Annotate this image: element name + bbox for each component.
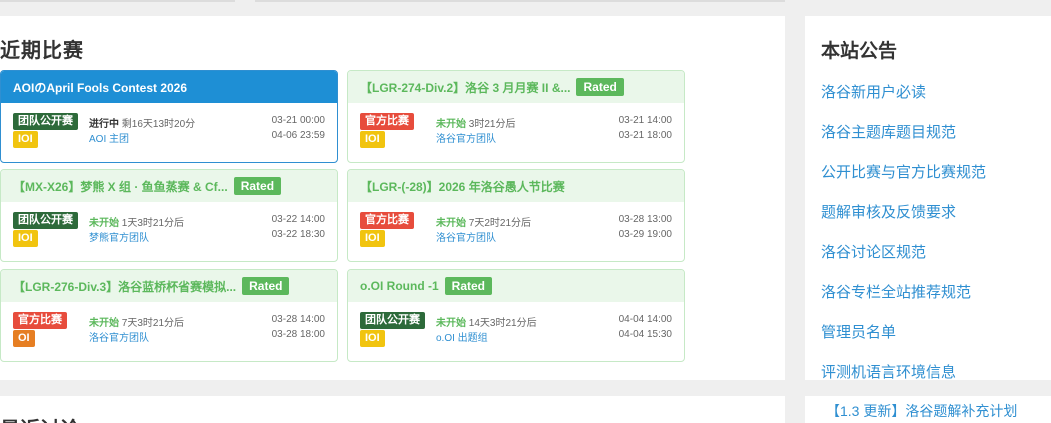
contest-host-link[interactable]: 洛谷官方团队 — [89, 329, 149, 344]
announcement-link[interactable]: 洛谷专栏全站推荐规范 — [821, 281, 971, 302]
contest-type-badge: 团队公开赛 — [360, 312, 425, 329]
contest-status: 未开始 7天3时21分后 — [89, 314, 184, 329]
status-remaining: 14天3时21分后 — [468, 318, 537, 329]
contest-rule-badge: IOI — [360, 330, 385, 347]
contest-host-link[interactable]: 洛谷官方团队 — [436, 229, 496, 244]
announcement-link[interactable]: 公开比赛与官方比赛规范 — [821, 161, 986, 182]
status-label: 未开始 — [436, 218, 466, 229]
contest-host-link[interactable]: 洛谷官方团队 — [436, 130, 496, 145]
contest-start-time: 04-04 14:00 — [618, 314, 672, 325]
contest-title[interactable]: 【LGR-274-Div.2】洛谷 3 月月赛 II &... — [360, 79, 570, 96]
section-title-contests: 近期比赛 — [0, 40, 84, 62]
rated-badge: Rated — [242, 277, 290, 295]
rated-badge: Rated — [233, 177, 282, 195]
contest-title[interactable]: o.OI Round -1 — [360, 279, 439, 293]
contest-start-time: 03-21 14:00 — [618, 115, 672, 126]
announcement-link[interactable]: 评测机语言环境信息 — [821, 361, 956, 382]
contest-rule-badge: OI — [13, 330, 35, 347]
contest-type-badge: 官方比赛 — [13, 312, 67, 329]
discussion-panel — [0, 396, 785, 423]
contest-status: 未开始 1天3时21分后 — [89, 214, 184, 229]
contest-host-link[interactable]: o.OI 出题组 — [436, 329, 488, 344]
announcement-title: 本站公告 — [821, 41, 898, 62]
top-edge-right — [255, 0, 785, 2]
contest-end-time: 04-04 15:30 — [618, 329, 672, 340]
contest-title[interactable]: 【MX-X26】梦熊 X 组 · 鱼鱼蒸赛 & Cf... — [13, 178, 228, 195]
announcement-link[interactable]: 洛谷新用户必读 — [821, 81, 926, 102]
status-label: 未开始 — [436, 318, 466, 329]
status-remaining: 1天3时21分后 — [121, 218, 185, 229]
contest-header[interactable]: o.OI Round -1 Rated — [348, 270, 684, 302]
contest-end-time: 04-06 23:59 — [271, 130, 325, 141]
top-edge-left — [0, 0, 235, 2]
rated-badge: Rated — [576, 78, 624, 96]
contest-title[interactable]: AOIのApril Fools Contest 2026 — [13, 79, 187, 96]
contest-status: 未开始 14天3时21分后 — [436, 314, 537, 329]
contest-card[interactable]: 【MX-X26】梦熊 X 组 · 鱼鱼蒸赛 & Cf... Rated 团队公开赛… — [0, 169, 338, 262]
contest-type-badge: 团队公开赛 — [13, 212, 78, 229]
contest-rule-badge: IOI — [13, 230, 38, 247]
contest-end-time: 03-21 18:00 — [618, 130, 672, 141]
contest-card[interactable]: 【LGR-274-Div.2】洛谷 3 月月赛 II &... Rated 官方比… — [347, 70, 685, 163]
contest-type-badge: 官方比赛 — [360, 113, 414, 130]
contest-host-link[interactable]: 梦熊官方团队 — [89, 229, 149, 244]
contest-type-badge: 团队公开赛 — [13, 113, 78, 130]
contest-rule-badge: IOI — [360, 230, 385, 247]
announcement-link[interactable]: 洛谷讨论区规范 — [821, 241, 926, 262]
status-label: 未开始 — [436, 119, 466, 130]
contest-header[interactable]: 【LGR-274-Div.2】洛谷 3 月月赛 II &... Rated — [348, 71, 684, 103]
contest-rule-badge: IOI — [360, 131, 385, 148]
announcement-link[interactable]: 洛谷主题库题目规范 — [821, 121, 956, 142]
status-label: 未开始 — [89, 218, 119, 229]
rated-badge: Rated — [444, 277, 492, 295]
contest-title[interactable]: 【LGR-(-28)】2026 年洛谷愚人节比赛 — [360, 178, 565, 195]
contest-start-time: 03-28 14:00 — [271, 314, 325, 325]
contest-start-time: 03-21 00:00 — [271, 115, 325, 126]
status-remaining: 7天3时21分后 — [121, 318, 185, 329]
contest-host-link[interactable]: AOI 主团 — [89, 130, 129, 145]
contest-status: 进行中 剩16天13时20分 — [89, 115, 195, 130]
contest-start-time: 03-28 13:00 — [618, 214, 672, 225]
status-label: 进行中 — [89, 119, 119, 130]
announcement-link[interactable]: 管理员名单 — [821, 321, 896, 342]
contest-card[interactable]: AOIのApril Fools Contest 2026 团队公开赛 IOI 进… — [0, 70, 338, 163]
contest-end-time: 03-22 18:30 — [271, 229, 325, 240]
contest-title[interactable]: 【LGR-276-Div.3】洛谷蓝桥杯省赛模拟... — [13, 278, 236, 295]
contest-header[interactable]: AOIのApril Fools Contest 2026 — [1, 71, 337, 103]
contest-card[interactable]: o.OI Round -1 Rated 团队公开赛 IOI 未开始 14天3时21… — [347, 269, 685, 362]
announcement-link[interactable]: 【1.3 更新】洛谷题解补充计划 — [826, 401, 1017, 421]
contest-status: 未开始 3时21分后 — [436, 115, 515, 130]
contest-header[interactable]: 【LGR-276-Div.3】洛谷蓝桥杯省赛模拟... Rated — [1, 270, 337, 302]
contest-rule-badge: IOI — [13, 131, 38, 148]
contest-header[interactable]: 【LGR-(-28)】2026 年洛谷愚人节比赛 — [348, 170, 684, 202]
contest-end-time: 03-29 19:00 — [618, 229, 672, 240]
contest-end-time: 03-28 18:00 — [271, 329, 325, 340]
contest-type-badge: 官方比赛 — [360, 212, 414, 229]
contest-start-time: 03-22 14:00 — [271, 214, 325, 225]
contest-status: 未开始 7天2时21分后 — [436, 214, 531, 229]
contest-card[interactable]: 【LGR-276-Div.3】洛谷蓝桥杯省赛模拟... Rated 官方比赛 OI… — [0, 269, 338, 362]
status-remaining: 剩16天13时20分 — [121, 119, 196, 130]
section-title-discussions: 最近讨论 — [0, 413, 80, 423]
status-remaining: 3时21分后 — [468, 119, 516, 130]
contest-header[interactable]: 【MX-X26】梦熊 X 组 · 鱼鱼蒸赛 & Cf... Rated — [1, 170, 337, 202]
announcement-link[interactable]: 题解审核及反馈要求 — [821, 201, 956, 222]
status-remaining: 7天2时21分后 — [468, 218, 532, 229]
status-label: 未开始 — [89, 318, 119, 329]
contest-card[interactable]: 【LGR-(-28)】2026 年洛谷愚人节比赛 官方比赛 IOI 未开始 7天… — [347, 169, 685, 262]
